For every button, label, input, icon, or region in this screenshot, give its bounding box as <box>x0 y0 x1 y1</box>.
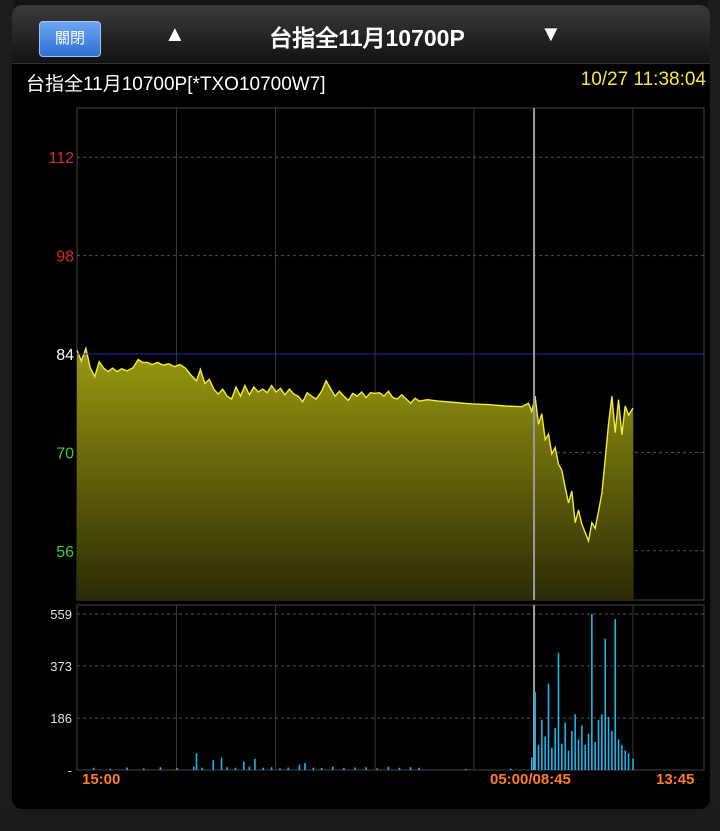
price-tick-label: 56 <box>56 544 74 561</box>
volume-tick-label: 186 <box>50 711 72 726</box>
background-bottom-panel <box>0 806 720 831</box>
price-tick-label: 112 <box>48 150 74 167</box>
volume-tick-label: - <box>68 763 72 778</box>
price-tick-label: 98 <box>56 249 74 266</box>
price-area <box>77 348 633 600</box>
x-label-session: 05:00/08:45 <box>490 771 571 788</box>
volume-panel-frame <box>76 604 705 771</box>
chart-dialog: 關閉 ▲ 台指全11月10700P ▼ 台指全11月10700P[*TXO107… <box>12 5 710 809</box>
price-tick-label: 84 <box>56 347 74 364</box>
x-label-end: 13:45 <box>656 771 695 788</box>
price-tick-label: 70 <box>56 445 74 462</box>
x-label-start: 15:00 <box>82 771 121 788</box>
price-volume-chart: 112 98 84 70 56 559 373 186 - <box>48 107 705 778</box>
volume-tick-label: 559 <box>50 607 72 622</box>
volume-tick-label: 373 <box>50 659 72 674</box>
